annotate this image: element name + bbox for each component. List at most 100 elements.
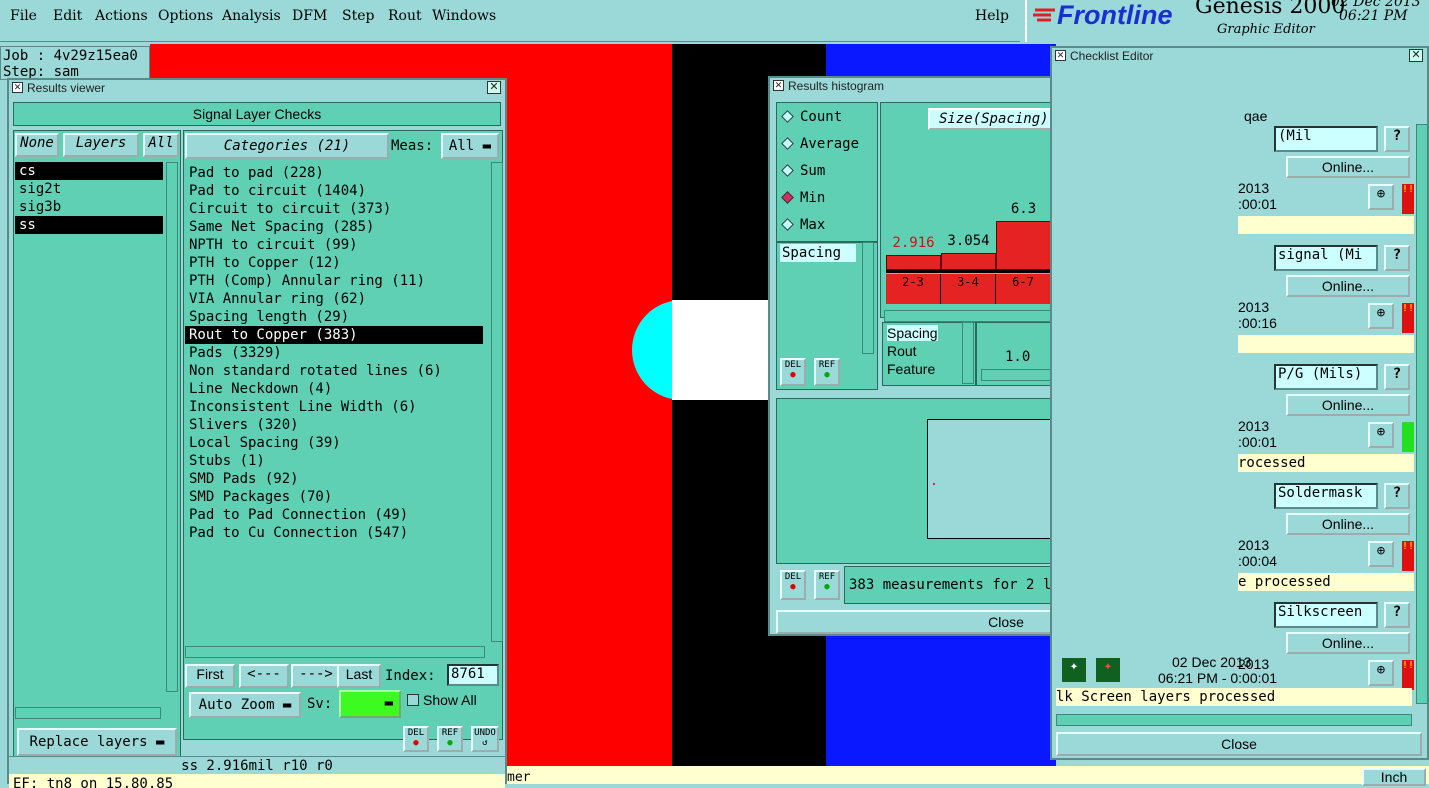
category-item[interactable]: Same Net Spacing (285) (185, 218, 483, 236)
categories-scrollbar[interactable] (491, 162, 503, 642)
none-button[interactable]: None (15, 133, 59, 157)
hist-ref-button[interactable]: REF ● (814, 358, 840, 386)
category-item[interactable]: Pad to pad (228) (185, 164, 483, 182)
window-menu-icon[interactable]: ✕ (12, 82, 23, 93)
close-icon[interactable]: ✕ (1409, 49, 1423, 62)
online-button[interactable]: Online... (1286, 394, 1410, 416)
next-button[interactable]: ---> (291, 664, 341, 688)
index-input[interactable]: 8761 (447, 664, 499, 686)
checklist-scrollbar[interactable] (1416, 124, 1428, 704)
layer-item[interactable]: cs (15, 162, 163, 180)
replace-layers-dropdown[interactable]: Replace layers ▬ (17, 728, 177, 756)
undo-button[interactable]: UNDO ↺ (471, 726, 499, 752)
checklist-field[interactable]: Soldermask (1274, 483, 1378, 509)
close-icon[interactable]: ✕ (487, 81, 501, 94)
results-viewer-titlebar[interactable]: ✕ Results viewer ✕ (9, 80, 505, 96)
menu-analysis[interactable]: Analysis (222, 8, 281, 24)
category-item[interactable]: Line Neckdown (4) (185, 380, 483, 398)
category-item[interactable]: NPTH to circuit (99) (185, 236, 483, 254)
window-menu-icon[interactable]: ✕ (1055, 50, 1066, 61)
category-item[interactable]: Spacing length (29) (185, 308, 483, 326)
menu-rout[interactable]: Rout (388, 8, 422, 24)
help-icon[interactable]: ? (1384, 245, 1410, 271)
help-icon[interactable]: ? (1384, 364, 1410, 390)
histogram-list-item[interactable]: Spacing (780, 244, 856, 262)
category-item[interactable]: PTH (Comp) Annular ring (11) (185, 272, 483, 290)
category-item[interactable]: Local Spacing (39) (185, 434, 483, 452)
online-button[interactable]: Online... (1286, 156, 1410, 178)
category-item[interactable]: Inconsistent Line Width (6) (185, 398, 483, 416)
checklist-field[interactable]: signal (Mi (1274, 245, 1378, 271)
histogram-bar[interactable] (941, 253, 996, 270)
measure-item[interactable]: Feature (887, 361, 935, 377)
checklist-field[interactable]: (Mil (1274, 126, 1378, 152)
menu-help[interactable]: Help (975, 8, 1009, 24)
category-item[interactable]: Pad to Pad Connection (49) (185, 506, 483, 524)
mode-radio-min[interactable]: Min (781, 190, 825, 206)
histogram-bar[interactable] (996, 221, 1051, 270)
help-icon[interactable]: ? (1384, 602, 1410, 628)
units-dropdown[interactable]: Inch (1362, 768, 1426, 786)
del-button[interactable]: DEL ● (403, 726, 429, 752)
zoom-icon[interactable]: ⊕ (1368, 541, 1394, 567)
show-all-checkbox[interactable] (407, 694, 419, 706)
menu-actions[interactable]: Actions (95, 8, 148, 24)
checklist-hscrollbar[interactable] (1056, 714, 1412, 726)
layers-hscrollbar[interactable] (15, 707, 161, 719)
layers-scrollbar[interactable] (166, 162, 178, 692)
checklist-field[interactable]: P/G (Mils) (1274, 364, 1378, 390)
mode-radio-max[interactable]: Max (781, 217, 825, 233)
category-item[interactable]: VIA Annular ring (62) (185, 290, 483, 308)
online-button[interactable]: Online... (1286, 513, 1410, 535)
measure-item[interactable]: Rout (887, 343, 917, 359)
measure-scrollbar[interactable] (962, 322, 974, 384)
category-item[interactable]: SMD Packages (70) (185, 488, 483, 506)
category-item[interactable]: Non standard rotated lines (6) (185, 362, 483, 380)
mode-radio-sum[interactable]: Sum (781, 163, 825, 179)
checklist-field[interactable]: Silkscreen (1274, 602, 1378, 628)
category-item[interactable]: Pad to circuit (1404) (185, 182, 483, 200)
first-button[interactable]: First (185, 664, 235, 688)
layers-button[interactable]: Layers (63, 133, 139, 157)
meas-dropdown[interactable]: All ▬ (441, 133, 499, 159)
category-item[interactable]: SMD Pads (92) (185, 470, 483, 488)
category-item[interactable]: Slivers (320) (185, 416, 483, 434)
zoom-icon[interactable]: ⊕ (1368, 303, 1394, 329)
category-item[interactable]: Stubs (1) (185, 452, 483, 470)
online-button[interactable]: Online... (1286, 632, 1410, 654)
online-button[interactable]: Online... (1286, 275, 1410, 297)
category-item[interactable]: Rout to Copper (383) (185, 326, 483, 344)
measure-item[interactable]: Spacing (887, 325, 938, 341)
category-item[interactable]: Pads (3329) (185, 344, 483, 362)
zoom-icon[interactable]: ⊕ (1368, 184, 1394, 210)
help-icon[interactable]: ? (1384, 126, 1410, 152)
preview-ref-button[interactable]: REF ● (814, 570, 840, 600)
categories-hscrollbar[interactable] (185, 646, 485, 658)
auto-zoom-dropdown[interactable]: Auto Zoom ▬ (189, 692, 301, 718)
histogram-bar[interactable] (886, 255, 941, 270)
menu-windows[interactable]: Windows (432, 8, 496, 24)
all-layers-button[interactable]: All (143, 133, 179, 157)
categories-list[interactable]: Pad to pad (228) Pad to circuit (1404) Cir… (185, 164, 483, 644)
categories-button[interactable]: Categories (21) (185, 133, 389, 159)
window-menu-icon[interactable]: ✕ (773, 80, 784, 91)
checklist-titlebar[interactable]: ✕ Checklist Editor ✕ (1052, 48, 1427, 64)
menu-dfm[interactable]: DFM (292, 8, 327, 24)
category-item[interactable]: Circuit to circuit (373) (185, 200, 483, 218)
layers-list[interactable]: cs sig2t sig3b ss (15, 162, 163, 702)
layer-item[interactable]: sig2t (15, 180, 163, 198)
zoom-icon[interactable]: ⊕ (1368, 422, 1394, 448)
menu-step[interactable]: Step (342, 8, 374, 24)
checklist-close-button[interactable]: Close (1056, 732, 1422, 756)
menu-options[interactable]: Options (158, 8, 213, 24)
menu-file[interactable]: File (10, 8, 37, 24)
help-icon[interactable]: ? (1384, 483, 1410, 509)
mode-radio-count[interactable]: Count (781, 109, 842, 125)
last-button[interactable]: Last (337, 664, 381, 688)
menu-edit[interactable]: Edit (53, 8, 82, 24)
category-item[interactable]: Pad to Cu Connection (547) (185, 524, 483, 542)
preview-del-button[interactable]: DEL ● (780, 570, 806, 600)
category-item[interactable]: PTH to Copper (12) (185, 254, 483, 272)
zoom-icon[interactable]: ⊕ (1368, 660, 1394, 686)
ref-button[interactable]: REF ● (437, 726, 463, 752)
